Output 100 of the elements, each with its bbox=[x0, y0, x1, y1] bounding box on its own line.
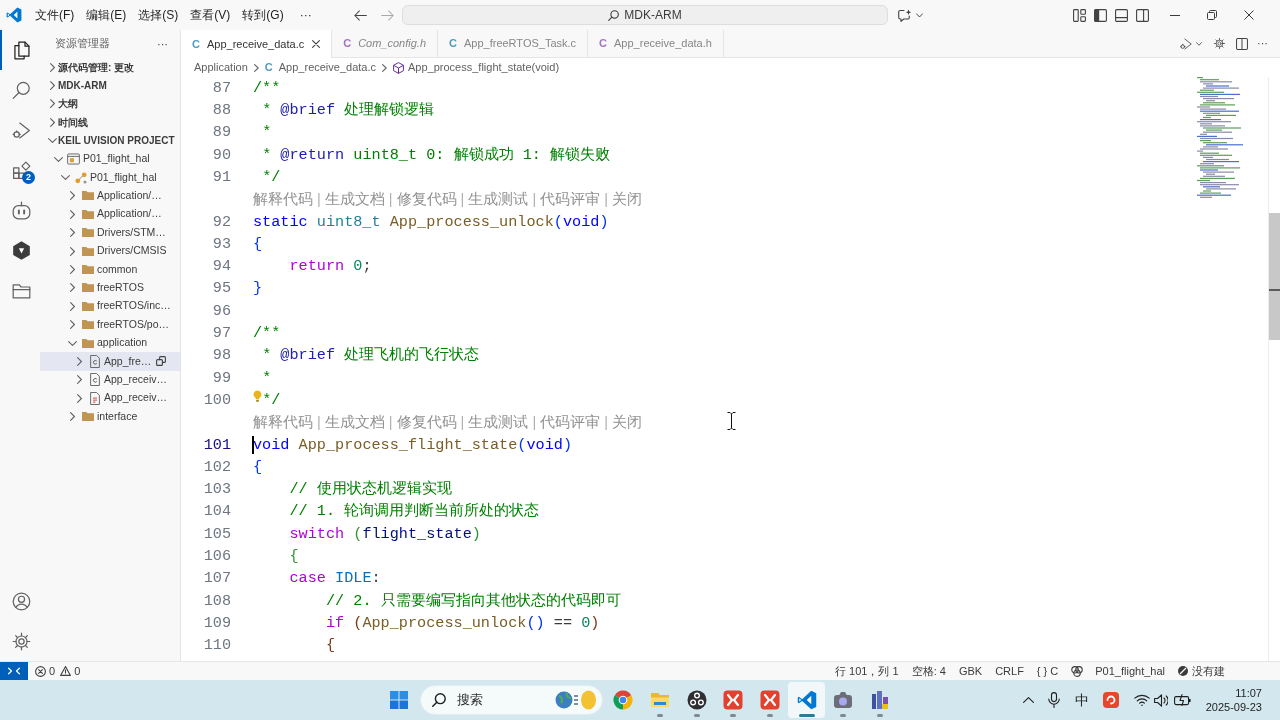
tree-item[interactable]: Drivers/STM… bbox=[40, 223, 180, 242]
menu-item[interactable]: 查看(V) bbox=[184, 4, 237, 26]
tree-item[interactable]: P01_flight_hal bbox=[40, 149, 180, 169]
editor-tab[interactable]: C App_receive_data.c bbox=[181, 30, 333, 58]
restore-icon[interactable] bbox=[1206, 10, 1217, 20]
status-bar-item[interactable]: 空格: 4 bbox=[911, 662, 946, 680]
menu-item[interactable]: 编辑(E) bbox=[80, 4, 133, 26]
close-icon[interactable] bbox=[1243, 10, 1254, 20]
more-actions-button[interactable]: ··· bbox=[157, 35, 168, 53]
chevron-right-icon bbox=[253, 63, 259, 72]
tree-item[interactable]: freeRTOS bbox=[40, 278, 180, 298]
swirl-logo-icon[interactable] bbox=[1103, 692, 1119, 708]
tree-item[interactable]: App_fre… bbox=[40, 352, 180, 371]
account-icon bbox=[10, 590, 32, 612]
section-header[interactable]: 时间线 bbox=[40, 113, 180, 132]
more-actions-button[interactable]: ··· bbox=[1257, 35, 1268, 52]
code-line: return 0; bbox=[289, 256, 372, 278]
tree-item[interactable]: common bbox=[40, 260, 180, 279]
copy-icon[interactable] bbox=[156, 356, 166, 367]
minimize-icon[interactable] bbox=[1169, 14, 1180, 16]
breadcrumb-item[interactable]: Application bbox=[194, 59, 248, 76]
customize-layout-icon[interactable] bbox=[1073, 8, 1086, 22]
folder-icon bbox=[81, 320, 94, 330]
toggle-sidebar-icon[interactable] bbox=[1094, 8, 1107, 22]
tree-item[interactable]: application bbox=[40, 333, 180, 353]
close-icon[interactable] bbox=[312, 40, 321, 48]
line-number: 88 bbox=[211, 100, 231, 122]
section-header[interactable]: MDK-ARM bbox=[40, 76, 180, 95]
caret-down-icon[interactable] bbox=[916, 12, 923, 18]
file-type-icon: C bbox=[343, 35, 352, 52]
tree-item[interactable]: interface bbox=[40, 407, 180, 426]
breadcrumb-item[interactable]: App_process_flight_state(void) bbox=[393, 59, 560, 76]
remote-button[interactable] bbox=[0, 662, 28, 680]
i-beam-pointer-icon bbox=[727, 412, 736, 430]
sidebar-title: 资源管理器 bbox=[55, 36, 110, 52]
chat-sparkle-icon[interactable] bbox=[898, 8, 912, 22]
status-bar-item[interactable]: 没有建 bbox=[1178, 662, 1225, 680]
tree-item[interactable]: freeRTOS/po… bbox=[40, 315, 180, 334]
scrollbar-thumb[interactable] bbox=[1269, 213, 1280, 340]
codelens-separator: | bbox=[317, 189, 321, 209]
menu-item[interactable]: 转到(G) bbox=[236, 4, 290, 26]
microphone-icon[interactable] bbox=[1048, 692, 1060, 708]
tree-item[interactable]: freeRTOS/inc… bbox=[40, 297, 180, 316]
problems-button[interactable]: 0 0 bbox=[35, 662, 81, 680]
line-number: 87 bbox=[211, 77, 231, 99]
line-number: 108 bbox=[202, 590, 231, 612]
toggle-secondary-sidebar-icon[interactable] bbox=[1136, 8, 1149, 22]
breadcrumb-item[interactable]: C App_receive_data.c bbox=[264, 59, 376, 76]
section-header[interactable]: 大纲 bbox=[40, 94, 180, 114]
speaker-icon[interactable] bbox=[1154, 693, 1168, 707]
menu-item[interactable]: 文件(F) bbox=[29, 4, 81, 26]
search-icon bbox=[608, 9, 620, 21]
code-editor-icon bbox=[796, 690, 817, 710]
tree-item[interactable]: App_receiv… bbox=[40, 389, 180, 408]
settings-icon bbox=[10, 630, 32, 652]
folder-icon bbox=[81, 209, 94, 219]
lightbulb-icon[interactable] bbox=[253, 390, 262, 403]
tree-item[interactable]: P01_flight_hal bbox=[40, 168, 180, 187]
tree-item[interactable]: Drivers/CMSIS bbox=[40, 241, 180, 261]
run-debug-icon[interactable] bbox=[1179, 36, 1193, 51]
settings-icon[interactable] bbox=[1213, 37, 1226, 50]
search-icon bbox=[432, 693, 446, 707]
input-method-indicator[interactable]: 中 bbox=[1068, 689, 1096, 711]
menu-item[interactable]: 选择(S) bbox=[132, 4, 185, 26]
line-number: 96 bbox=[211, 300, 231, 322]
folder-icon bbox=[650, 690, 671, 710]
toggle-panel-icon[interactable] bbox=[1115, 8, 1128, 22]
section-header[interactable]: KEIL UVISION PROJECT bbox=[40, 131, 180, 150]
taskbar-search-button[interactable]: 搜索 bbox=[420, 685, 603, 715]
text-cursor bbox=[252, 435, 254, 454]
status-bar-item[interactable]: CRLF bbox=[995, 662, 1024, 680]
code-line: // 使用状态机逻辑实现 bbox=[289, 479, 452, 501]
section-header[interactable]: 源代码管理: 更改 bbox=[40, 58, 180, 77]
document-icon bbox=[89, 354, 100, 368]
status-bar-item[interactable]: { } C bbox=[1036, 662, 1059, 680]
start-menu-icon bbox=[390, 691, 408, 709]
folder-icon bbox=[81, 246, 94, 256]
back-arrow-icon[interactable] bbox=[354, 9, 367, 21]
wifi-icon[interactable] bbox=[1134, 694, 1150, 706]
tree-item[interactable]: Application/… bbox=[40, 186, 180, 206]
line-number: 95 bbox=[211, 278, 231, 300]
command-center[interactable]: MDK-ARM bbox=[402, 5, 888, 25]
more-button[interactable]: ··· bbox=[293, 4, 318, 26]
activity-bar-button[interactable]: 2 bbox=[0, 150, 40, 190]
browser-icon bbox=[613, 690, 634, 710]
tree-item[interactable]: App_receiv… bbox=[40, 370, 180, 390]
split-editor-icon[interactable] bbox=[1236, 37, 1248, 50]
run-debug-icon bbox=[10, 119, 32, 141]
caret-down-icon[interactable] bbox=[1196, 41, 1202, 46]
status-bar-item[interactable]: 行 101，列 1 bbox=[835, 662, 899, 680]
status-bar-item[interactable]: GBK bbox=[958, 662, 983, 680]
line-number: 100 bbox=[202, 389, 231, 411]
chevron-up-icon[interactable] bbox=[1022, 697, 1034, 703]
battery-charging-icon[interactable] bbox=[1174, 694, 1192, 706]
tree-item[interactable]: Application/… bbox=[40, 205, 180, 224]
nodes-icon bbox=[74, 171, 87, 184]
app-icon bbox=[723, 690, 744, 710]
folder-icon bbox=[81, 338, 94, 348]
status-bar-item[interactable]: P01_flight_hal bbox=[1071, 662, 1165, 680]
code-line: * bbox=[262, 367, 272, 389]
